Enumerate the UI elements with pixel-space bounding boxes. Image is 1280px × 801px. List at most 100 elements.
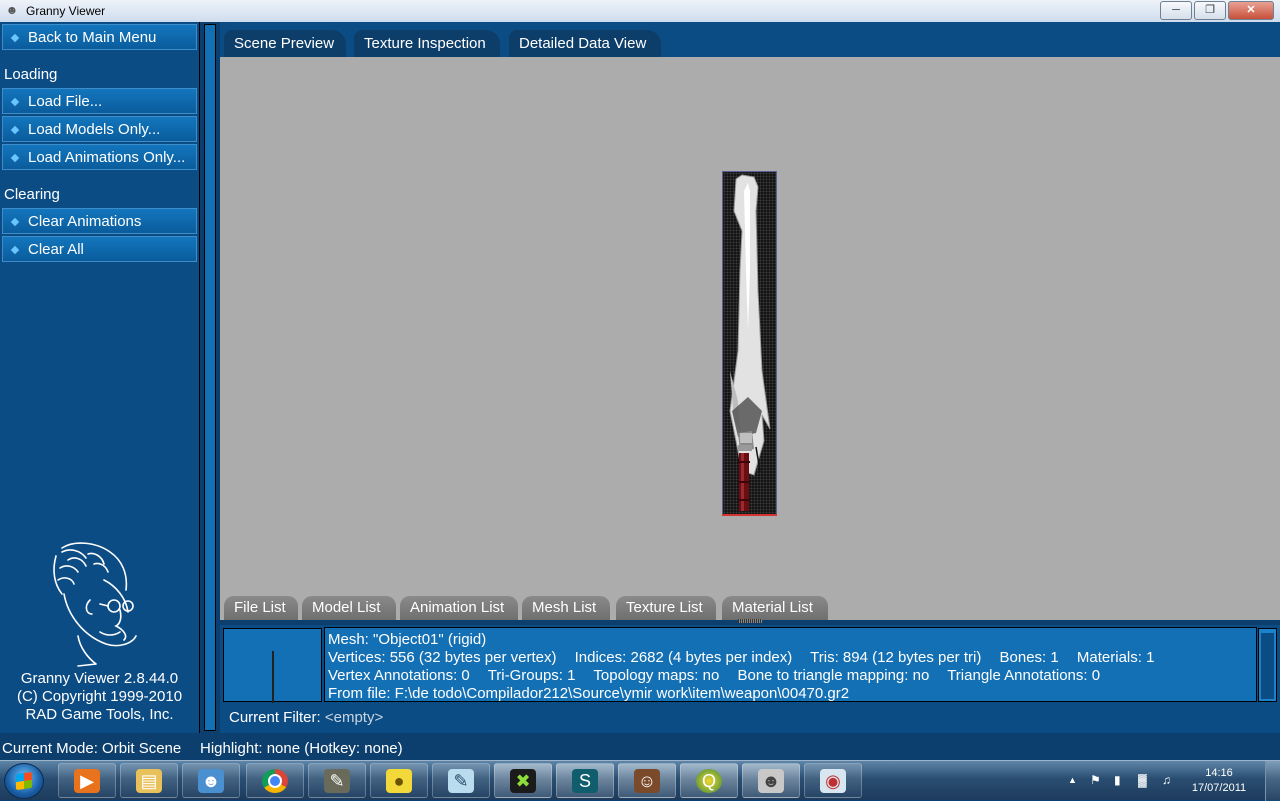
- taskbar-media-player[interactable]: ▶: [58, 763, 116, 798]
- maximize-button[interactable]: ❐: [1194, 1, 1226, 20]
- mesh-thumbnail[interactable]: [223, 628, 322, 703]
- taskbar-chrome[interactable]: [246, 763, 304, 798]
- power-icon[interactable]: ▮: [1114, 773, 1121, 787]
- chrome-icon: [262, 769, 288, 793]
- indices-text: Indices: 2682 (4 bytes per index): [574, 649, 793, 666]
- diamond-bullet-icon: [10, 97, 20, 107]
- taskbar-paint[interactable]: ◉: [804, 763, 862, 798]
- current-mode-text: Current Mode: Orbit Scene: [2, 740, 182, 757]
- resize-grip[interactable]: [738, 619, 762, 623]
- triangle-annotations-text: Triangle Annotations: 0: [947, 667, 1101, 684]
- view-tabs: Scene Preview Texture Inspection Detaile…: [220, 22, 1280, 57]
- scrollbar-thumb[interactable]: [1261, 633, 1274, 699]
- taskbar-granny-viewer[interactable]: ☻: [742, 763, 800, 798]
- back-to-main-menu-button[interactable]: Back to Main Menu: [2, 24, 197, 50]
- action-center-icon[interactable]: ⚑: [1090, 773, 1101, 787]
- granny-logo: [53, 542, 137, 667]
- left-menu-panel: Back to Main Menu Loading Load File... L…: [0, 22, 200, 733]
- bone-triangle-mapping-text: Bone to triangle mapping: no: [737, 667, 930, 684]
- mesh-info-text: Mesh: "Object01" (rigid) Vertices: 556 (…: [324, 627, 1257, 702]
- clock-time: 14:16: [1205, 767, 1233, 779]
- taskbar-3dsmax[interactable]: S: [556, 763, 614, 798]
- filter-bar: Current Filter: <empty>: [220, 704, 1280, 733]
- xara-icon: ✖: [510, 769, 536, 793]
- windows-logo-icon: [16, 771, 32, 791]
- highlight-text: Highlight: none (Hotkey: none): [200, 740, 403, 757]
- taskbar-xara[interactable]: ✖: [494, 763, 552, 798]
- taskbar-notepad[interactable]: ✎: [432, 763, 490, 798]
- bones-text: Bones: 1: [999, 649, 1059, 666]
- tab-detailed-data-view[interactable]: Detailed Data View: [509, 30, 661, 57]
- load-models-only-button[interactable]: Load Models Only...: [2, 116, 197, 142]
- status-bar: Current Mode: Orbit Scene Highlight: non…: [0, 733, 1280, 760]
- diamond-bullet-icon: [10, 245, 20, 255]
- scene-viewport[interactable]: File List Model List Animation List Mesh…: [220, 57, 1280, 623]
- materials-text: Materials: 1: [1076, 649, 1155, 666]
- taskbar-gimp[interactable]: ✎: [308, 763, 366, 798]
- tab-animation-list[interactable]: Animation List: [400, 596, 518, 620]
- gimp-icon: ✎: [324, 769, 350, 793]
- info-scrollbar[interactable]: [1258, 628, 1277, 702]
- source-file-text: From file: F:\de todo\Compilador212\Sour…: [328, 685, 850, 702]
- window-controls: ─ ❐ ✕: [1158, 1, 1274, 20]
- window-titlebar: ☻ Granny Viewer ─ ❐ ✕: [0, 0, 1280, 23]
- granny-app-icon[interactable]: ☻: [5, 3, 19, 18]
- company-text: RAD Game Tools, Inc.: [25, 706, 174, 723]
- paint-icon: ◉: [820, 769, 846, 793]
- close-button[interactable]: ✕: [1228, 1, 1274, 20]
- network-icon[interactable]: ▓: [1138, 773, 1147, 787]
- mesh-info-panel: Mesh: "Object01" (rigid) Vertices: 556 (…: [220, 625, 1280, 704]
- list-tabs: File List Model List Animation List Mesh…: [220, 592, 1280, 620]
- taskbar-messenger[interactable]: ☻: [182, 763, 240, 798]
- start-button[interactable]: [4, 763, 44, 799]
- clear-animations-button[interactable]: Clear Animations: [2, 208, 197, 234]
- tab-material-list[interactable]: Material List: [722, 596, 828, 620]
- tab-texture-inspection[interactable]: Texture Inspection: [354, 30, 500, 57]
- tab-model-list[interactable]: Model List: [302, 596, 396, 620]
- diamond-bullet-icon: [10, 153, 20, 163]
- model-preview[interactable]: [722, 171, 777, 516]
- clock[interactable]: 14:16 17/07/2011: [1184, 766, 1254, 796]
- window-title: Granny Viewer: [26, 4, 106, 18]
- load-file-button[interactable]: Load File...: [2, 88, 197, 114]
- sword-model-icon: [729, 174, 771, 511]
- tris-text: Tris: 894 (12 bytes per tri): [810, 649, 982, 666]
- diamond-bullet-icon: [10, 217, 20, 227]
- clock-date: 17/07/2011: [1191, 782, 1247, 794]
- system-tray: ▲ ⚑ ▮ ▓ ♫ 14:16 17/07/2011: [1060, 761, 1280, 801]
- notepad-icon: ✎: [448, 769, 474, 793]
- filter-label: Current Filter:: [229, 709, 321, 726]
- volume-icon[interactable]: ♫: [1162, 773, 1171, 787]
- file-explorer-icon: ▤: [136, 769, 162, 793]
- show-hidden-icons-icon[interactable]: ▲: [1068, 775, 1077, 785]
- media-player-icon: ▶: [74, 769, 100, 793]
- vertices-text: Vertices: 556 (32 bytes per vertex): [328, 649, 557, 666]
- tab-file-list[interactable]: File List: [224, 596, 298, 620]
- taskbar-game[interactable]: ☺: [618, 763, 676, 798]
- minimize-button[interactable]: ─: [1160, 1, 1192, 20]
- granny-viewer-icon: ☻: [758, 769, 784, 793]
- panel-separator[interactable]: [200, 22, 220, 733]
- taskbar-duck[interactable]: ●: [370, 763, 428, 798]
- load-animations-only-button[interactable]: Load Animations Only...: [2, 144, 197, 170]
- clear-all-button[interactable]: Clear All: [2, 236, 197, 262]
- diamond-bullet-icon: [10, 33, 20, 43]
- copyright-text: (C) Copyright 1999-2010: [16, 688, 183, 705]
- duck-icon: ●: [386, 769, 412, 793]
- taskbar-explorer[interactable]: ▤: [120, 763, 178, 798]
- filter-value[interactable]: <empty>: [325, 709, 383, 726]
- taskbar: ▶ ▤ ☻ ✎ ● ✎ ✖ S ☺ Q ☻ ◉ ▲ ⚑ ▮ ▓ ♫ 14:16 …: [0, 760, 1280, 801]
- globe-icon: Q: [696, 769, 722, 793]
- 3ds-max-icon: S: [572, 769, 598, 793]
- tab-texture-list[interactable]: Texture List: [616, 596, 716, 620]
- tri-groups-text: Tri-Groups: 1: [487, 667, 576, 684]
- game-character-icon: ☺: [634, 769, 660, 793]
- tab-scene-preview[interactable]: Scene Preview: [224, 30, 346, 57]
- clearing-section-header: Clearing: [4, 186, 60, 203]
- tab-mesh-list[interactable]: Mesh List: [522, 596, 610, 620]
- diamond-bullet-icon: [10, 125, 20, 135]
- messenger-icon: ☻: [198, 769, 224, 793]
- taskbar-globe[interactable]: Q: [680, 763, 738, 798]
- loading-section-header: Loading: [4, 66, 58, 83]
- show-desktop-button[interactable]: [1265, 761, 1280, 801]
